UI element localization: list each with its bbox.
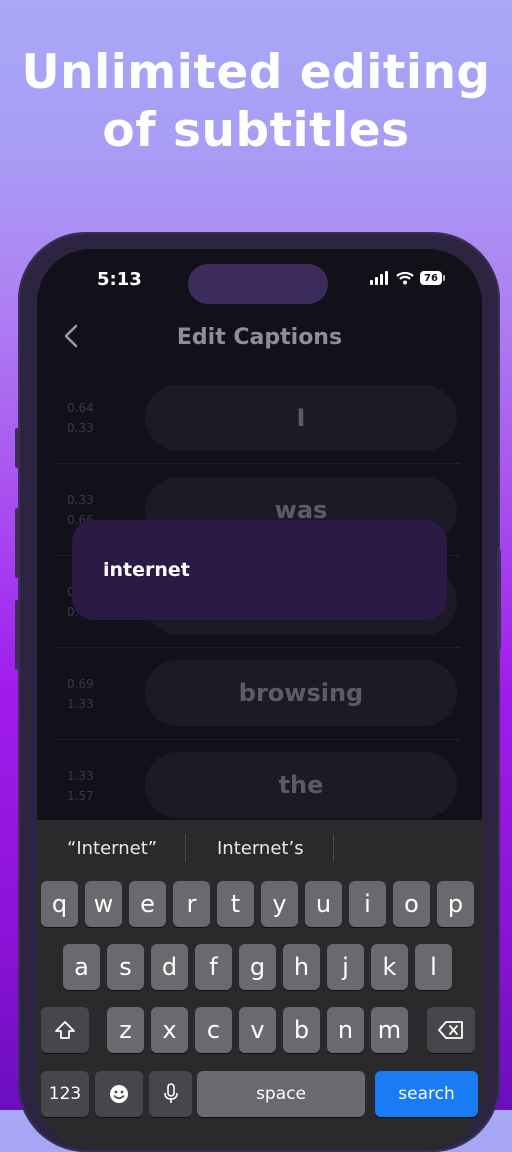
suggestion-item[interactable]: “Internet” (67, 838, 157, 859)
key-y[interactable]: y (261, 881, 298, 927)
key-r[interactable]: r (173, 881, 210, 927)
dynamic-island (188, 264, 328, 304)
emoji-icon (110, 1085, 128, 1103)
caption-start: 1.33 (67, 769, 94, 783)
phone-side-button (15, 508, 19, 578)
headline: Unlimited editing of subtitles (0, 44, 512, 160)
key-p[interactable]: p (437, 881, 474, 927)
suggestion-divider (185, 834, 186, 862)
key-u[interactable]: u (305, 881, 342, 927)
microphone-icon (163, 1083, 178, 1103)
status-icons: 76 (370, 271, 445, 285)
key-x[interactable]: x (151, 1007, 188, 1053)
divider (55, 647, 460, 648)
key-d[interactable]: d (151, 944, 188, 990)
key-l[interactable]: l (415, 944, 452, 990)
wifi-icon (396, 271, 414, 285)
phone-screen: 5:13 76 Edit Captions 0.64 0.33 I 0.33 0… (37, 249, 482, 1149)
phone-side-button (15, 600, 19, 670)
key-s[interactable]: s (107, 944, 144, 990)
key-z[interactable]: z (107, 1007, 144, 1053)
battery-level: 76 (424, 272, 438, 284)
headline-line-2: of subtitles (102, 103, 410, 158)
keyboard: “Internet” Internet’s q w e r t y u i o … (37, 820, 482, 1149)
caption-start: 0.69 (67, 677, 94, 691)
search-key[interactable]: search (375, 1071, 478, 1117)
key-e[interactable]: e (129, 881, 166, 927)
key-o[interactable]: o (393, 881, 430, 927)
dictation-key[interactable] (149, 1071, 192, 1117)
key-w[interactable]: w (85, 881, 122, 927)
key-m[interactable]: m (371, 1007, 408, 1053)
delete-key[interactable] (427, 1007, 475, 1053)
key-i[interactable]: i (349, 881, 386, 927)
space-key[interactable]: space (197, 1071, 365, 1117)
phone-side-button (497, 550, 501, 650)
divider (55, 463, 460, 464)
shift-key[interactable] (41, 1007, 89, 1053)
shift-icon (55, 1021, 75, 1039)
signal-icon (370, 271, 388, 285)
key-n[interactable]: n (327, 1007, 364, 1053)
key-t[interactable]: t (217, 881, 254, 927)
key-a[interactable]: a (63, 944, 100, 990)
backspace-icon (438, 1021, 463, 1039)
caption-end: 1.57 (67, 789, 94, 803)
caption-word[interactable]: I (145, 385, 457, 451)
headline-line-1: Unlimited editing (21, 45, 491, 100)
key-q[interactable]: q (41, 881, 78, 927)
key-j[interactable]: j (327, 944, 364, 990)
caption-times: 0.64 0.33 (67, 398, 94, 438)
suggestion-divider (333, 834, 334, 862)
key-c[interactable]: c (195, 1007, 232, 1053)
suggestion-bar: “Internet” Internet’s (37, 820, 482, 878)
caption-edit-value: internet (103, 559, 190, 581)
phone-side-button (15, 428, 19, 468)
suggestion-item[interactable]: Internet’s (217, 838, 304, 859)
key-v[interactable]: v (239, 1007, 276, 1053)
caption-end: 0.33 (67, 421, 94, 435)
caption-start: 0.33 (67, 493, 94, 507)
key-g[interactable]: g (239, 944, 276, 990)
key-b[interactable]: b (283, 1007, 320, 1053)
caption-times: 0.69 1.33 (67, 674, 94, 714)
numbers-key[interactable]: 123 (41, 1071, 89, 1117)
key-h[interactable]: h (283, 944, 320, 990)
battery-icon: 76 (420, 271, 445, 285)
caption-end: 1.33 (67, 697, 94, 711)
caption-word[interactable]: browsing (145, 660, 457, 726)
key-k[interactable]: k (371, 944, 408, 990)
key-f[interactable]: f (195, 944, 232, 990)
caption-times: 1.33 1.57 (67, 766, 94, 806)
emoji-key[interactable] (95, 1071, 143, 1117)
caption-start: 0.64 (67, 401, 94, 415)
status-time: 5:13 (97, 269, 142, 290)
caption-word[interactable]: the (145, 752, 457, 818)
page-title: Edit Captions (176, 325, 343, 350)
caption-edit-field[interactable]: internet (72, 520, 447, 620)
divider (55, 739, 460, 740)
